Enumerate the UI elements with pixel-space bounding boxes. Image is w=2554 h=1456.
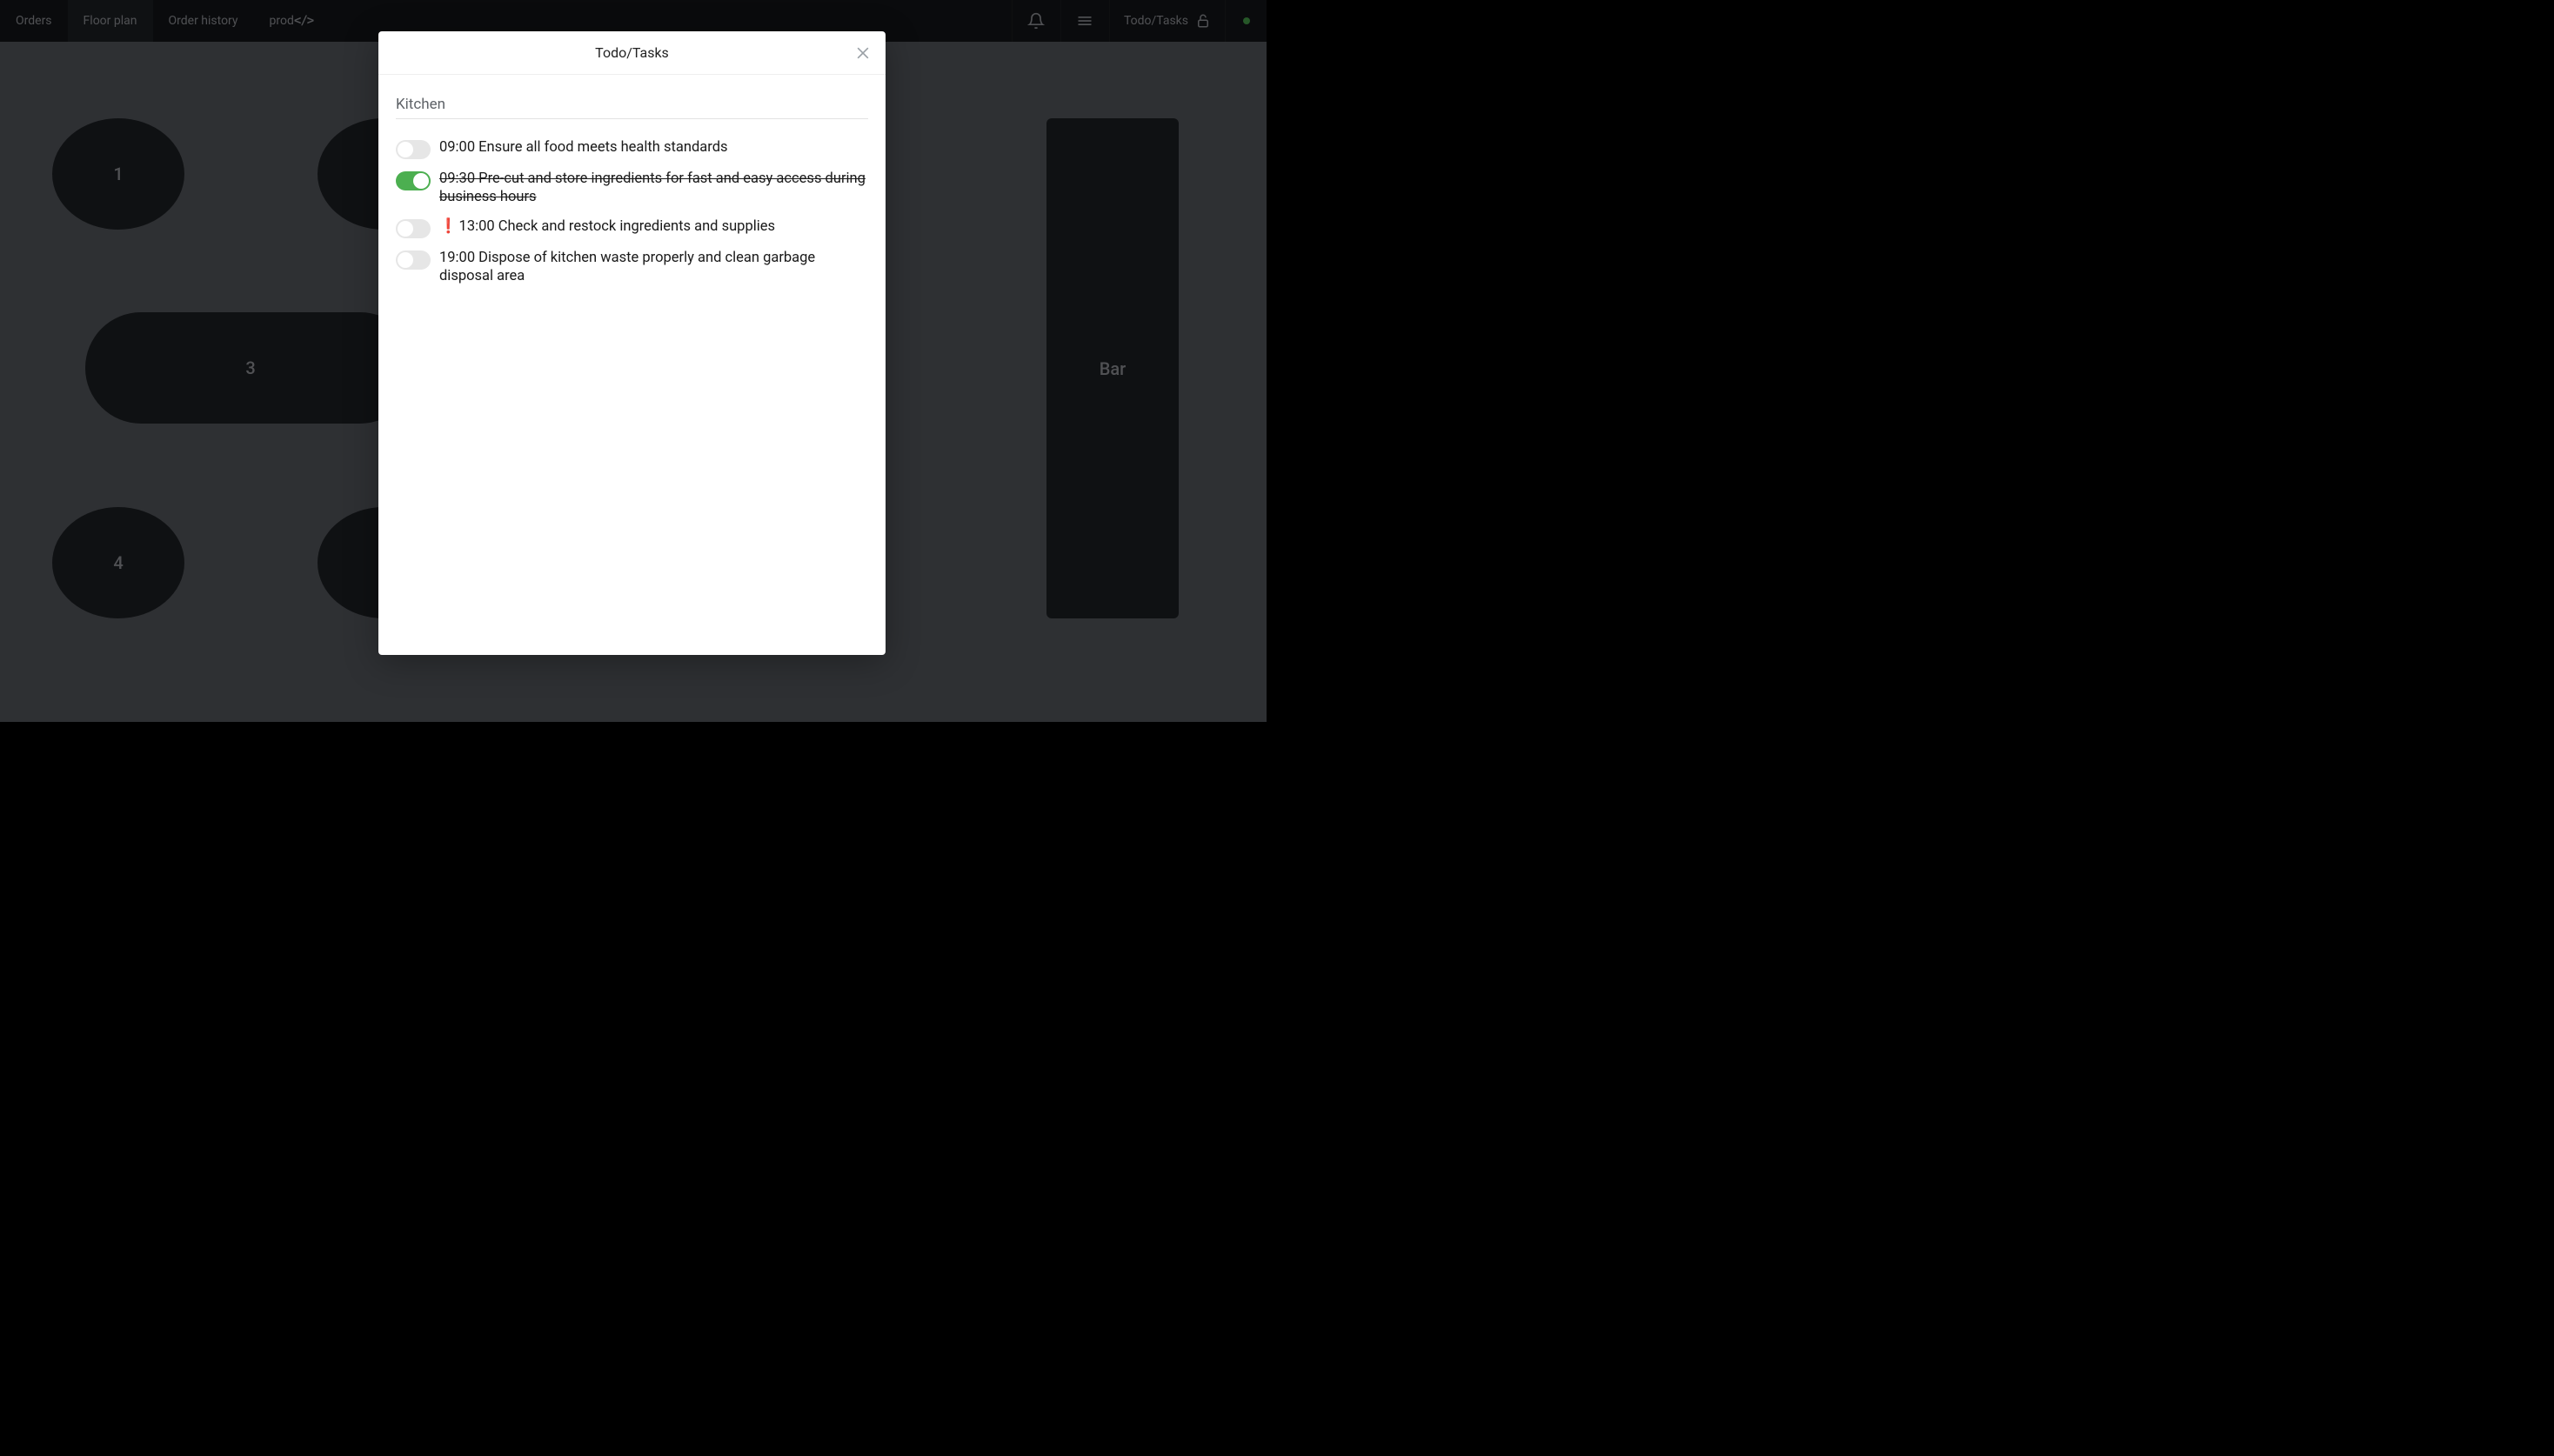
task-toggle[interactable] — [396, 250, 431, 270]
task-text: 09:30 Pre-cut and store ingredients for … — [439, 170, 868, 207]
close-button[interactable] — [851, 41, 875, 65]
todo-tasks-modal: Todo/Tasks Kitchen 09:00 Ensure all food… — [378, 31, 886, 655]
toggle-knob — [398, 252, 413, 268]
modal-header: Todo/Tasks — [378, 31, 886, 75]
task-body: 19:00 Dispose of kitchen waste properly … — [439, 250, 815, 284]
task-toggle[interactable] — [396, 171, 431, 190]
modal-body: Kitchen 09:00 Ensure all food meets heal… — [378, 75, 886, 655]
task-text: 19:00 Dispose of kitchen waste properly … — [439, 249, 868, 286]
task-toggle[interactable] — [396, 219, 431, 238]
app-root: OrdersFloor planOrder historyprod</> Tod… — [0, 0, 1267, 722]
modal-title: Todo/Tasks — [595, 44, 669, 61]
task-row: 09:30 Pre-cut and store ingredients for … — [396, 166, 868, 214]
task-body: 09:30 Pre-cut and store ingredients for … — [439, 170, 866, 205]
tasks-list: 09:00 Ensure all food meets health stand… — [396, 135, 868, 293]
task-row: 09:00 Ensure all food meets health stand… — [396, 135, 868, 166]
close-icon — [854, 44, 872, 62]
toggle-knob — [398, 142, 413, 157]
toggle-knob — [413, 173, 429, 189]
task-row: 19:00 Dispose of kitchen waste properly … — [396, 245, 868, 293]
task-body: 09:00 Ensure all food meets health stand… — [439, 139, 728, 156]
task-toggle[interactable] — [396, 140, 431, 159]
toggle-knob — [398, 221, 413, 237]
task-text: 09:00 Ensure all food meets health stand… — [439, 138, 868, 157]
section-title: Kitchen — [396, 96, 868, 119]
task-row: ❗13:00 Check and restock ingredients and… — [396, 214, 868, 245]
task-text: ❗13:00 Check and restock ingredients and… — [439, 217, 868, 236]
priority-icon: ❗ — [439, 218, 458, 235]
task-body: 13:00 Check and restock ingredients and … — [459, 218, 775, 235]
